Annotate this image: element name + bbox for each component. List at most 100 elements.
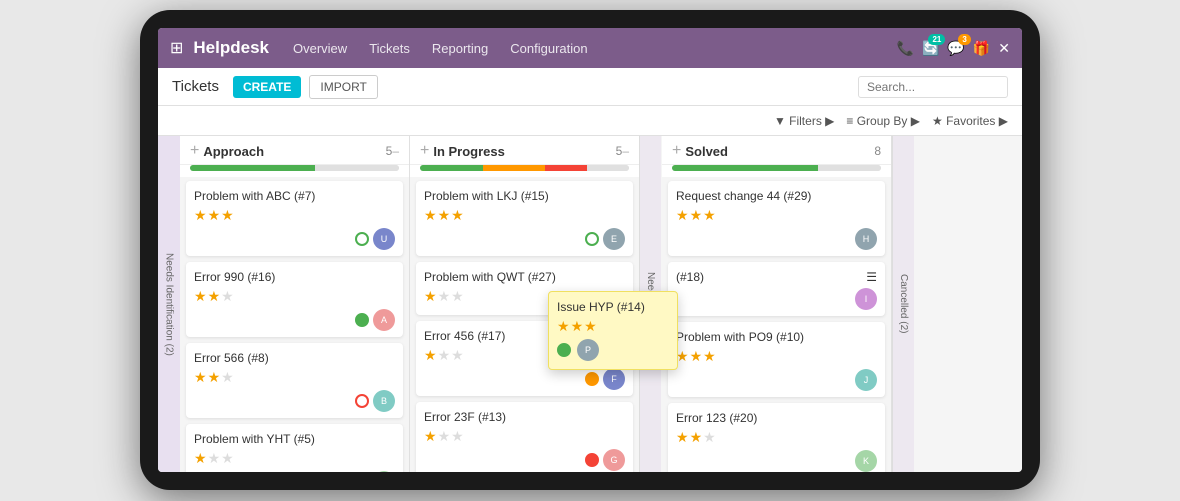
grid-icon[interactable]: ⊞ xyxy=(170,38,183,58)
card-footer: E xyxy=(424,228,625,250)
progress-seg-1 xyxy=(190,165,315,171)
col-cards-approach: Problem with ABC (#7) ★ ★ ★ U xyxy=(180,177,409,472)
avatar: C xyxy=(373,471,395,472)
card-solved-4[interactable]: Error 123 (#20) ★ ★ ★ K xyxy=(668,403,885,472)
card-solved-2[interactable]: (#18) ☰ I xyxy=(668,262,885,316)
col-count-solved: 8 xyxy=(874,144,881,158)
card-title: Error 23F (#13) xyxy=(424,410,625,424)
star-icon: ★ xyxy=(424,347,437,364)
star-icon: ★ xyxy=(584,318,597,335)
search-input[interactable] xyxy=(858,76,1008,98)
card-stars: ★ ★ ★ xyxy=(194,288,395,305)
avatar: G xyxy=(603,449,625,471)
card-stars: ★ ★ ★ xyxy=(194,207,395,224)
star-icon: ★ xyxy=(451,347,464,364)
card-stars: ★ ★ ★ xyxy=(194,369,395,386)
card-in-progress-1[interactable]: Problem with LKJ (#15) ★ ★ ★ E xyxy=(416,181,633,256)
col-add-solved[interactable]: + xyxy=(672,142,681,160)
star-icon: ★ xyxy=(676,429,689,446)
card-title: Problem with YHT (#5) xyxy=(194,432,395,446)
col-count-in-progress: 5 xyxy=(616,144,623,158)
filters-button[interactable]: ▼ Filters ▶ xyxy=(774,114,834,128)
star-icon: ★ xyxy=(221,207,234,224)
nav-configuration[interactable]: Configuration xyxy=(506,39,591,58)
star-icon: ★ xyxy=(438,428,451,445)
cancelled-collapsed[interactable]: Cancelled (2) xyxy=(892,136,914,472)
chat-icon[interactable]: 💬3 xyxy=(947,40,964,57)
star-icon: ★ xyxy=(571,318,584,335)
card-approach-2[interactable]: Error 990 (#16) ★ ★ ★ A xyxy=(186,262,403,337)
col-progress-solved xyxy=(672,165,881,171)
card-footer: J xyxy=(676,369,877,391)
nav-links: Overview Tickets Reporting Configuration xyxy=(289,39,897,58)
card-footer: U xyxy=(194,228,395,250)
col-collapse-in-progress[interactable]: – xyxy=(622,144,629,158)
progress-seg-green xyxy=(672,165,818,171)
card-footer: A xyxy=(194,309,395,331)
chat-badge: 3 xyxy=(958,34,970,45)
filter-bar: ▼ Filters ▶ ≡ Group By ▶ ★ Favorites ▶ xyxy=(158,106,1022,136)
popup-card-hyp[interactable]: Issue HYP (#14) ★ ★ ★ P xyxy=(548,291,678,370)
avatar: F xyxy=(603,368,625,390)
column-approach: + Approach 5 – Problem with xyxy=(180,136,410,472)
card-solved-3[interactable]: Problem with PO9 (#10) ★ ★ ★ J xyxy=(668,322,885,397)
create-button[interactable]: CREATE xyxy=(233,76,301,98)
popup-card-stars: ★ ★ ★ xyxy=(557,318,669,335)
star-icon: ★ xyxy=(424,288,437,305)
star-icon: ★ xyxy=(424,428,437,445)
star-icon: ★ xyxy=(690,207,703,224)
col-add-in-progress[interactable]: + xyxy=(420,142,429,160)
card-solved-1[interactable]: Request change 44 (#29) ★ ★ ★ H xyxy=(668,181,885,256)
column-solved-header: + Solved 8 xyxy=(662,136,891,165)
col-collapse-approach[interactable]: – xyxy=(392,144,399,158)
nav-overview[interactable]: Overview xyxy=(289,39,351,58)
card-title: Request change 44 (#29) xyxy=(676,189,877,203)
star-icon: ★ xyxy=(703,348,716,365)
card-in-progress-4[interactable]: Error 23F (#13) ★ ★ ★ G xyxy=(416,402,633,472)
nav-reporting[interactable]: Reporting xyxy=(428,39,492,58)
card-approach-3[interactable]: Error 566 (#8) ★ ★ ★ B xyxy=(186,343,403,418)
card-title: Problem with QWT (#27) xyxy=(424,270,625,284)
card-approach-1[interactable]: Problem with ABC (#7) ★ ★ ★ U xyxy=(186,181,403,256)
star-icon: ★ xyxy=(194,288,207,305)
card-title: Error 123 (#20) xyxy=(676,411,877,425)
star-icon: ★ xyxy=(424,207,437,224)
import-button[interactable]: IMPORT xyxy=(309,75,377,99)
card-stars: ★ ★ ★ xyxy=(676,348,877,365)
close-icon[interactable]: ✕ xyxy=(998,40,1010,57)
nav-actions: 📞 🔄21 💬3 🎁 ✕ xyxy=(897,40,1010,57)
avatar: H xyxy=(855,228,877,250)
nav-tickets[interactable]: Tickets xyxy=(365,39,414,58)
app-brand: Helpdesk xyxy=(193,38,269,58)
card-title: Problem with PO9 (#10) xyxy=(676,330,877,344)
refresh-icon[interactable]: 🔄21 xyxy=(922,40,939,57)
card-approach-4[interactable]: Problem with YHT (#5) ★ ★ ★ C xyxy=(186,424,403,472)
avatar: A xyxy=(373,309,395,331)
refresh-badge: 21 xyxy=(928,34,945,45)
group-by-button[interactable]: ≡ Group By ▶ xyxy=(846,114,920,128)
star-icon: ★ xyxy=(208,288,221,305)
star-icon: ★ xyxy=(221,369,234,386)
star-icon: ★ xyxy=(557,318,570,335)
star-icon: ★ xyxy=(690,348,703,365)
card-title: Error 566 (#8) xyxy=(194,351,395,365)
avatar: B xyxy=(373,390,395,412)
menu-icon[interactable]: ☰ xyxy=(866,270,877,284)
needs-identification-collapsed[interactable]: Needs Identification (2) xyxy=(158,136,180,472)
card-stars: ★ ★ ★ xyxy=(424,428,625,445)
phone-icon[interactable]: 📞 xyxy=(897,40,914,57)
status-dot xyxy=(355,394,369,408)
card-footer: I xyxy=(676,288,877,310)
status-dot xyxy=(585,232,599,246)
progress-seg-gray xyxy=(587,165,629,171)
star-icon: ★ xyxy=(208,207,221,224)
card-footer: C xyxy=(194,471,395,472)
gift-icon[interactable]: 🎁 xyxy=(973,40,990,57)
favorites-button[interactable]: ★ Favorites ▶ xyxy=(932,114,1008,128)
status-dot xyxy=(355,232,369,246)
column-in-progress-header: + In Progress 5 – xyxy=(410,136,639,165)
status-dot xyxy=(585,372,599,386)
star-icon: ★ xyxy=(438,347,451,364)
col-add-approach[interactable]: + xyxy=(190,142,199,160)
col-count-approach: 5 xyxy=(386,144,393,158)
